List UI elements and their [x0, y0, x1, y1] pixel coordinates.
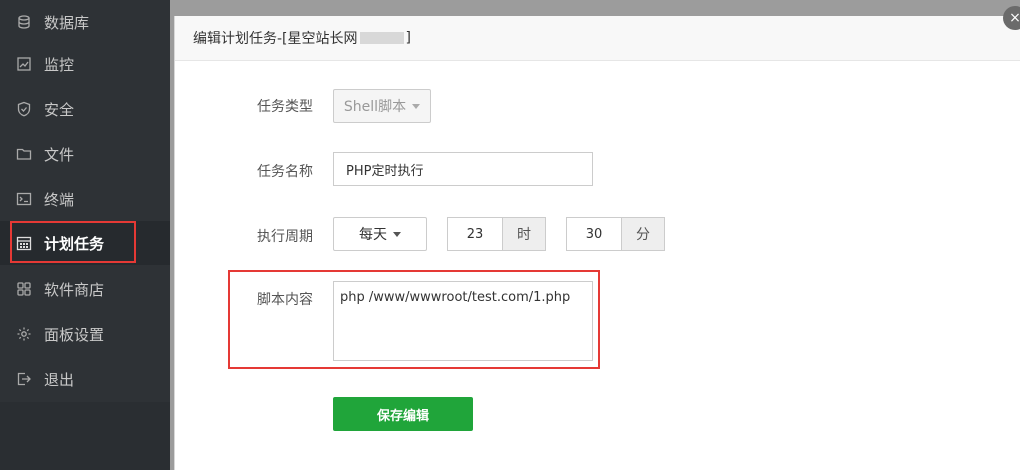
- task-name-input[interactable]: PHP定时执行: [333, 152, 593, 186]
- shield-icon: [16, 101, 32, 117]
- sidebar-item-label: 面板设置: [44, 325, 105, 344]
- sidebar-item-label: 软件商店: [44, 280, 105, 299]
- task-type-value: Shell脚本: [343, 99, 407, 115]
- sidebar-item-label: 终端: [44, 190, 75, 209]
- sidebar-item-terminal[interactable]: 终端: [0, 177, 170, 221]
- edit-cron-task-dialog: 编辑计划任务-[星空站长网 ] 任务类型 Shell脚本 任务名称 PHP定时执…: [174, 16, 1020, 470]
- sidebar-item-files[interactable]: 文件: [0, 132, 170, 176]
- dialog-header: 编辑计划任务-[星空站长网 ]: [175, 16, 1020, 61]
- sidebar-item-label: 文件: [44, 145, 75, 164]
- save-edit-button[interactable]: 保存编辑: [333, 397, 473, 431]
- close-icon: ×: [1009, 10, 1020, 26]
- minute-unit-addon: 分: [621, 217, 665, 251]
- task-name-label: 任务名称: [257, 164, 313, 180]
- sidebar-footer-panel: [0, 402, 170, 470]
- dialog-title-end: ]: [405, 30, 411, 46]
- sidebar-footer: [0, 402, 170, 470]
- hour-input[interactable]: 23: [447, 217, 503, 251]
- logout-icon: [16, 371, 32, 387]
- sidebar-item-database[interactable]: 数据库: [0, 0, 170, 44]
- script-highlight: [228, 270, 600, 369]
- sidebar-item-label: 退出: [44, 370, 75, 389]
- terminal-icon: [16, 191, 32, 207]
- sidebar-item-app-store[interactable]: 软件商店: [0, 267, 170, 311]
- cycle-period-select[interactable]: 每天: [333, 217, 427, 251]
- minute-input[interactable]: 30: [566, 217, 622, 251]
- cycle-label: 执行周期: [257, 229, 313, 245]
- close-button[interactable]: ×: [1003, 6, 1020, 30]
- sidebar-item-security[interactable]: 安全: [0, 87, 170, 131]
- cycle-period-value: 每天: [359, 227, 387, 243]
- task-name-value: PHP定时执行: [346, 163, 424, 179]
- save-edit-label: 保存编辑: [376, 408, 429, 424]
- dialog-title: 编辑计划任务-[星空站长网 ]: [193, 28, 411, 48]
- hour-unit-addon: 时: [502, 217, 546, 251]
- sidebar-item-label: 数据库: [44, 13, 90, 32]
- hour-value: 23: [466, 226, 484, 242]
- task-type-label: 任务类型: [257, 99, 313, 115]
- folder-icon: [16, 146, 32, 162]
- sidebar-item-panel-settings[interactable]: 面板设置: [0, 312, 170, 356]
- cron-nav-highlight: [10, 221, 136, 263]
- sidebar-item-label: 监控: [44, 55, 75, 74]
- redacted-mask: [359, 32, 404, 44]
- chevron-down-icon: [393, 231, 401, 237]
- monitor-chart-icon: [16, 56, 32, 72]
- minute-value: 30: [585, 226, 603, 242]
- apps-grid-icon: [16, 281, 32, 297]
- sidebar-item-label: 安全: [44, 100, 75, 119]
- database-icon: [16, 14, 32, 30]
- gear-icon: [16, 326, 32, 342]
- sidebar-item-logout[interactable]: 退出: [0, 357, 170, 401]
- task-type-select[interactable]: Shell脚本: [333, 89, 431, 123]
- sidebar-item-monitor[interactable]: 监控: [0, 42, 170, 86]
- chevron-down-icon: [412, 103, 421, 109]
- dialog-title-text: 编辑计划任务-[星空站长网: [193, 31, 358, 47]
